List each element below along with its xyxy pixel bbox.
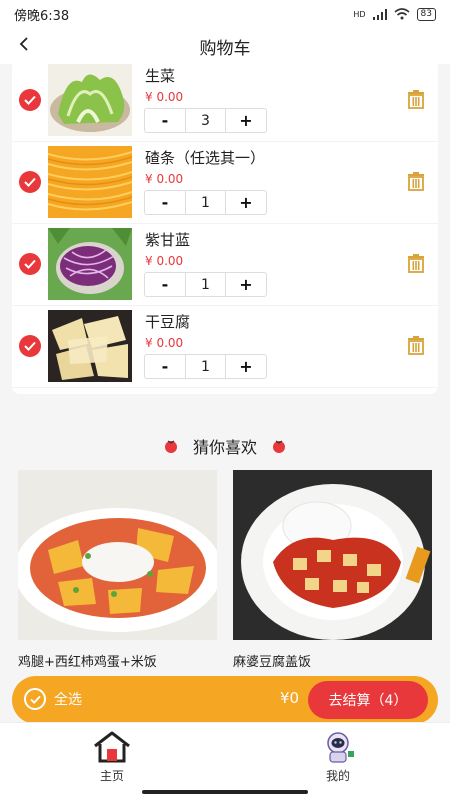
astronaut-avatar-icon (327, 732, 354, 763)
battery-indicator: 83 (416, 7, 436, 21)
trash-icon[interactable] (406, 253, 426, 273)
checkout-bar: 全选 ¥0 去结算（4） (12, 676, 438, 724)
recommend-header: 猜你喜欢 (0, 432, 450, 460)
status-bar: 傍晚6:38 HD 83 (0, 0, 450, 28)
decrease-button[interactable]: - (145, 355, 185, 378)
select-all-label: 全选 (54, 692, 82, 708)
check-icon (24, 95, 36, 105)
item-checkbox[interactable] (19, 253, 41, 275)
check-icon (24, 259, 36, 269)
status-time: 傍晚6:38 (14, 8, 70, 24)
trash-icon[interactable] (406, 171, 426, 191)
decrease-button[interactable]: - (145, 191, 185, 214)
select-all-toggle[interactable]: 全选 (24, 688, 82, 710)
total-price: ¥0 (280, 689, 300, 707)
bottom-tab-bar: 主页 我的 (0, 722, 450, 800)
cart-list: 生菜 ¥ 0.00 - 3 + 碴条（任选其一） ¥ 0.00 - 1 + 紫甘… (12, 60, 438, 394)
checkout-button[interactable]: 去结算（4） (308, 681, 428, 719)
cart-item: 干豆腐 ¥ 0.00 - 1 + (12, 306, 438, 388)
item-name: 生菜 (145, 67, 176, 85)
check-icon (24, 177, 36, 187)
tab-home-label: 主页 (99, 769, 124, 783)
decrease-button[interactable]: - (145, 109, 185, 132)
wifi-icon (394, 8, 410, 20)
select-all-checkbox[interactable] (24, 688, 46, 710)
product-name: 麻婆豆腐盖饭 (233, 655, 312, 670)
recommend-product-card[interactable]: 鸡腿+西红柿鸡蛋+米饭 (18, 470, 217, 670)
increase-button[interactable]: + (226, 355, 266, 378)
chevron-left-icon (19, 37, 28, 51)
item-price: ¥ 0.00 (145, 254, 184, 268)
increase-button[interactable]: + (226, 273, 266, 296)
product-thumbnail-purple-cabbage[interactable] (48, 228, 132, 300)
status-icons: HD 83 (353, 7, 436, 21)
trash-icon[interactable] (406, 335, 426, 355)
tab-profile-label: 我的 (325, 769, 350, 783)
quantity-stepper: - 1 + (144, 354, 267, 379)
home-icon (94, 731, 130, 763)
cart-item: 碴条（任选其一） ¥ 0.00 - 1 + (12, 142, 438, 224)
increase-button[interactable]: + (226, 191, 266, 214)
recommend-title: 猜你喜欢 (192, 438, 257, 457)
tab-home[interactable]: 主页 (72, 731, 152, 784)
product-thumbnail-noodle-strips[interactable] (48, 146, 132, 218)
item-price: ¥ 0.00 (145, 90, 184, 104)
product-image-mapo-tofu-rice (233, 470, 432, 640)
quantity-stepper: - 1 + (144, 190, 267, 215)
trash-icon[interactable] (406, 89, 426, 109)
quantity-value[interactable]: 1 (185, 273, 226, 296)
item-checkbox[interactable] (19, 335, 41, 357)
product-thumbnail-lettuce[interactable] (48, 64, 132, 136)
tomato-icon (164, 440, 177, 453)
check-icon (24, 341, 36, 351)
home-indicator (142, 790, 308, 794)
item-price: ¥ 0.00 (145, 336, 184, 350)
item-name: 碴条（任选其一） (145, 149, 266, 167)
quantity-stepper: - 1 + (144, 272, 267, 297)
quantity-stepper: - 3 + (144, 108, 267, 133)
quantity-value[interactable]: 3 (185, 109, 226, 132)
item-checkbox[interactable] (19, 89, 41, 111)
cart-item: 紫甘蓝 ¥ 0.00 - 1 + (12, 224, 438, 306)
cart-item: 生菜 ¥ 0.00 - 3 + (12, 60, 438, 142)
back-button[interactable] (12, 32, 36, 56)
item-name: 干豆腐 (145, 313, 191, 331)
nav-bar: 购物车 (0, 28, 450, 64)
recommend-product-card[interactable]: 麻婆豆腐盖饭 (233, 470, 432, 670)
item-checkbox[interactable] (19, 171, 41, 193)
signal-label: HD (353, 9, 366, 19)
increase-button[interactable]: + (226, 109, 266, 132)
quantity-value[interactable]: 1 (185, 191, 226, 214)
tab-profile[interactable]: 我的 (298, 731, 378, 784)
signal-icon (372, 8, 387, 20)
product-thumbnail-dried-tofu[interactable] (48, 310, 132, 382)
page-title: 购物车 (199, 38, 251, 59)
quantity-value[interactable]: 1 (185, 355, 226, 378)
product-name: 鸡腿+西红柿鸡蛋+米饭 (18, 655, 157, 670)
tomato-icon (273, 440, 285, 453)
item-name: 紫甘蓝 (145, 231, 191, 249)
decrease-button[interactable]: - (145, 273, 185, 296)
item-price: ¥ 0.00 (145, 172, 184, 186)
check-icon (29, 695, 41, 704)
product-image-tomato-egg-rice (18, 470, 217, 640)
